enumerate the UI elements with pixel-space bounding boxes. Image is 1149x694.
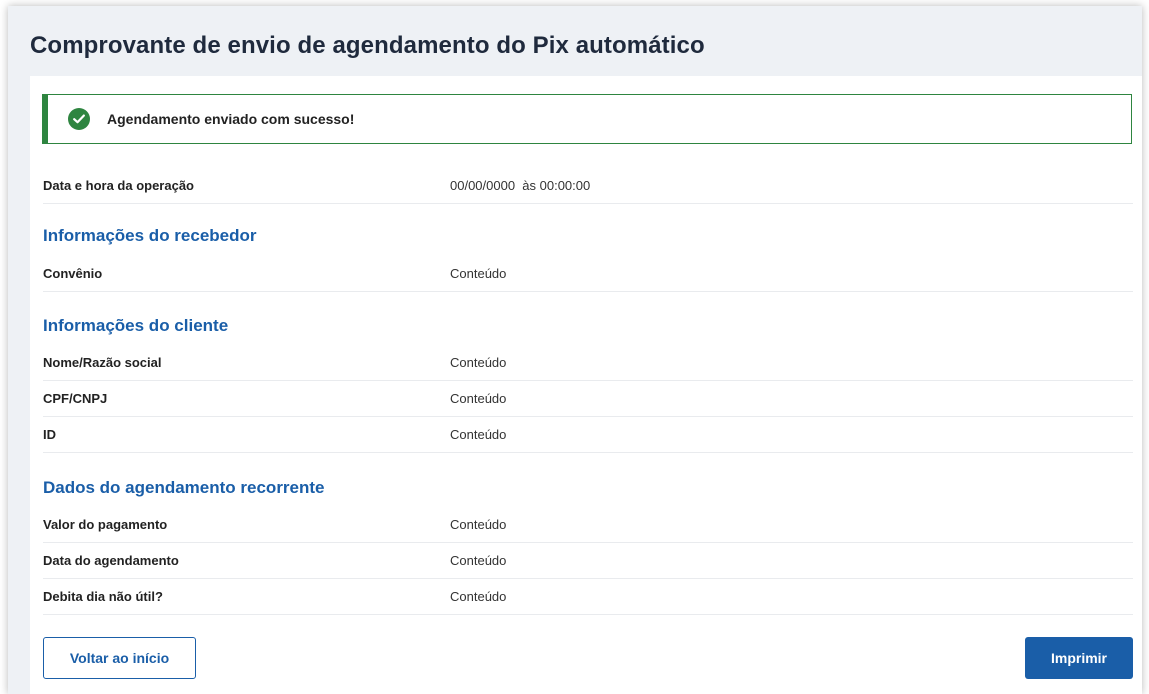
receipt-card: Agendamento enviado com sucesso! Data e … (30, 76, 1142, 694)
operation-datetime-row: Data e hora da operação 00/00/0000 às 00… (43, 168, 1133, 204)
row-value: Conteúdo (450, 589, 507, 604)
row-value: Conteúdo (450, 391, 507, 406)
schedule-row-amount: Valor do pagamento Conteúdo (43, 507, 1133, 543)
receipt-window: Comprovante de envio de agendamento do P… (8, 6, 1142, 694)
row-label: Debita dia não útil? (43, 589, 163, 604)
row-label: Valor do pagamento (43, 517, 168, 532)
schedule-row-non-business-day: Debita dia não útil? Conteúdo (43, 579, 1133, 615)
row-value: Conteúdo (450, 355, 507, 370)
section-title-client: Informações do cliente (43, 316, 229, 335)
receiver-row-agreement: Convênio Conteúdo (43, 256, 1133, 292)
row-label: Data e hora da operação (43, 178, 194, 193)
section-title-receiver: Informações do recebedor (43, 226, 257, 245)
client-row-id: ID Conteúdo (43, 417, 1133, 453)
page-title: Comprovante de envio de agendamento do P… (30, 32, 705, 59)
back-to-start-button[interactable]: Voltar ao início (43, 637, 196, 679)
row-label: Nome/Razão social (43, 355, 162, 370)
alert-message: Agendamento enviado com sucesso! (107, 111, 355, 127)
row-value: Conteúdo (450, 553, 507, 568)
check-circle-icon (68, 108, 90, 130)
row-value: 00/00/0000 às 00:00:00 (450, 178, 591, 193)
row-value: Conteúdo (450, 517, 507, 532)
row-label: CPF/CNPJ (43, 391, 108, 406)
client-row-name: Nome/Razão social Conteúdo (43, 345, 1133, 381)
row-value: Conteúdo (450, 266, 507, 281)
client-row-document: CPF/CNPJ Conteúdo (43, 381, 1133, 417)
print-button[interactable]: Imprimir (1025, 637, 1133, 679)
row-value: Conteúdo (450, 427, 507, 442)
row-label: Data do agendamento (43, 553, 179, 568)
section-title-schedule: Dados do agendamento recorrente (43, 478, 325, 497)
success-alert: Agendamento enviado com sucesso! (42, 94, 1132, 144)
schedule-row-date: Data do agendamento Conteúdo (43, 543, 1133, 579)
row-label: ID (43, 427, 56, 442)
row-label: Convênio (43, 266, 103, 281)
